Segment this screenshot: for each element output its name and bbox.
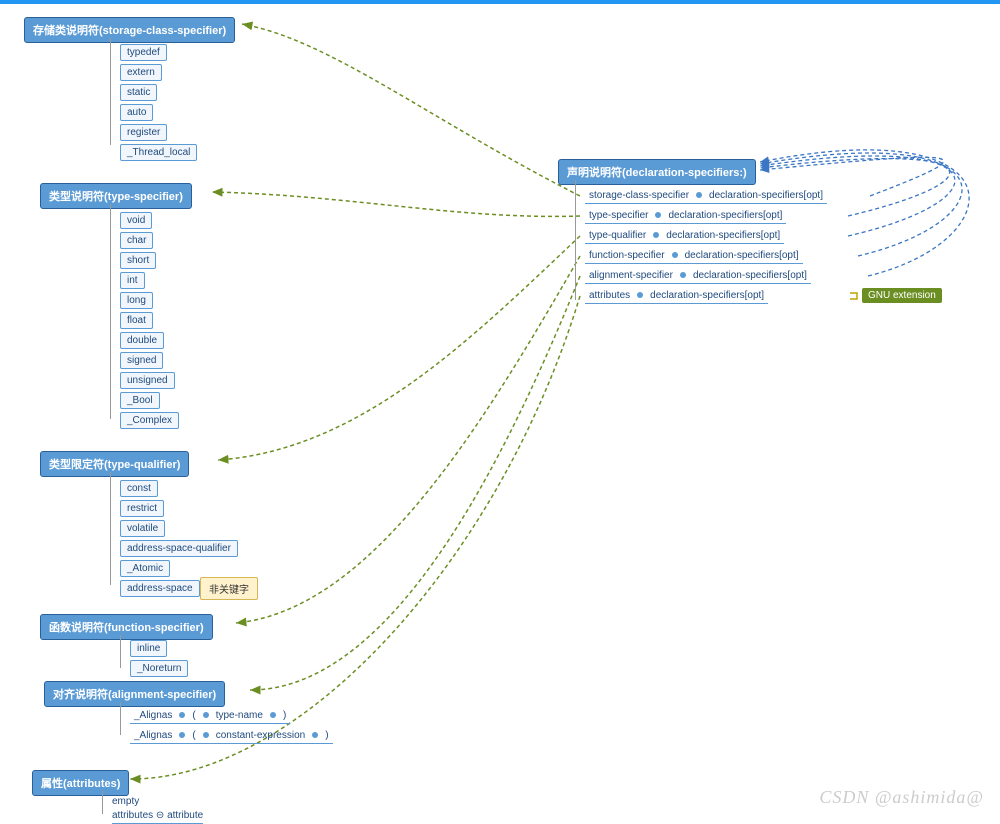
leaf-complex: _Complex bbox=[120, 412, 179, 429]
tree-connector bbox=[110, 38, 111, 145]
leaf-int: int bbox=[120, 272, 145, 289]
header-declaration-specifiers: 声明说明符(declaration-specifiers:) bbox=[558, 159, 756, 185]
leaf-typedef: typedef bbox=[120, 44, 167, 61]
alignas-head: _Alignas bbox=[130, 730, 176, 741]
leaf-extern: extern bbox=[120, 64, 162, 81]
declspec-lhs: alignment-specifier bbox=[585, 270, 677, 281]
declspec-lhs: function-specifier bbox=[585, 250, 669, 261]
leaf-signed: signed bbox=[120, 352, 163, 369]
header-alignment-specifier: 对齐说明符(alignment-specifier) bbox=[44, 681, 225, 707]
declspec-row-alignspec: alignment-specifier declaration-specifier… bbox=[585, 270, 811, 284]
alignas-head: _Alignas bbox=[130, 710, 176, 721]
leaf-restrict: restrict bbox=[120, 500, 164, 517]
leaf-inline: inline bbox=[130, 640, 167, 657]
header-attributes: 属性(attributes) bbox=[32, 770, 129, 796]
tree-connector bbox=[110, 472, 111, 585]
leaf-float: float bbox=[120, 312, 153, 329]
leaf-volatile: volatile bbox=[120, 520, 165, 537]
leaf-atomic: _Atomic bbox=[120, 560, 170, 577]
attributes-row-recur: attributes ⊝ attribute bbox=[112, 810, 203, 824]
leaf-const: const bbox=[120, 480, 158, 497]
watermark: CSDN @ashimida@ bbox=[819, 787, 984, 808]
leaf-thread-local: _Thread_local bbox=[120, 144, 197, 161]
tree-connector bbox=[120, 635, 121, 668]
leaf-auto: auto bbox=[120, 104, 153, 121]
attributes-row-empty: empty bbox=[112, 796, 139, 809]
alignas-body: constant-expression bbox=[212, 730, 310, 741]
declspec-row-storage: storage-class-specifier declaration-speci… bbox=[585, 190, 827, 204]
leaf-address-space: address-space bbox=[120, 580, 200, 597]
leaf-short: short bbox=[120, 252, 156, 269]
tag-gnu-extension: GNU extension bbox=[862, 288, 942, 303]
declspec-row-typespec: type-specifier declaration-specifiers[opt… bbox=[585, 210, 786, 224]
declspec-rhs: declaration-specifiers[opt] bbox=[662, 230, 784, 241]
leaf-long: long bbox=[120, 292, 153, 309]
header-storage-class-specifier: 存储类说明符(storage-class-specifier) bbox=[24, 17, 235, 43]
declspec-rhs: declaration-specifiers[opt] bbox=[664, 210, 786, 221]
leaf-double: double bbox=[120, 332, 164, 349]
alignas-body: type-name bbox=[212, 710, 267, 721]
leaf-static: static bbox=[120, 84, 157, 101]
declspec-lhs: storage-class-specifier bbox=[585, 190, 693, 201]
leaf-char: char bbox=[120, 232, 153, 249]
declspec-rhs: declaration-specifiers[opt] bbox=[646, 290, 768, 301]
header-function-specifier: 函数说明符(function-specifier) bbox=[40, 614, 213, 640]
note-non-keyword: 非关键字 bbox=[200, 577, 258, 600]
declspec-lhs: type-specifier bbox=[585, 210, 652, 221]
header-type-specifier: 类型说明符(type-specifier) bbox=[40, 183, 192, 209]
declspec-row-typequal: type-qualifier declaration-specifiers[opt… bbox=[585, 230, 784, 244]
leaf-unsigned: unsigned bbox=[120, 372, 175, 389]
declspec-row-attributes: attributes declaration-specifiers[opt] bbox=[585, 290, 768, 304]
alignas-row-typename: _Alignas(type-name) bbox=[130, 710, 290, 724]
alignas-row-constexpr: _Alignas(constant-expression) bbox=[130, 730, 333, 744]
leaf-register: register bbox=[120, 124, 167, 141]
tree-connector bbox=[120, 702, 121, 735]
declspec-lhs: attributes bbox=[585, 290, 634, 301]
top-bar bbox=[0, 0, 1000, 4]
declspec-rhs: declaration-specifiers[opt] bbox=[681, 250, 803, 261]
leaf-bool: _Bool bbox=[120, 392, 160, 409]
header-type-qualifier: 类型限定符(type-qualifier) bbox=[40, 451, 189, 477]
tree-connector bbox=[110, 204, 111, 419]
declspec-lhs: type-qualifier bbox=[585, 230, 650, 241]
declspec-rhs: declaration-specifiers[opt] bbox=[689, 270, 811, 281]
tree-connector bbox=[575, 180, 576, 300]
leaf-void: void bbox=[120, 212, 152, 229]
leaf-address-space-qualifier: address-space-qualifier bbox=[120, 540, 238, 557]
declspec-row-funcspec: function-specifier declaration-specifiers… bbox=[585, 250, 803, 264]
declspec-rhs: declaration-specifiers[opt] bbox=[705, 190, 827, 201]
leaf-noreturn: _Noreturn bbox=[130, 660, 188, 677]
tree-connector bbox=[102, 791, 103, 814]
